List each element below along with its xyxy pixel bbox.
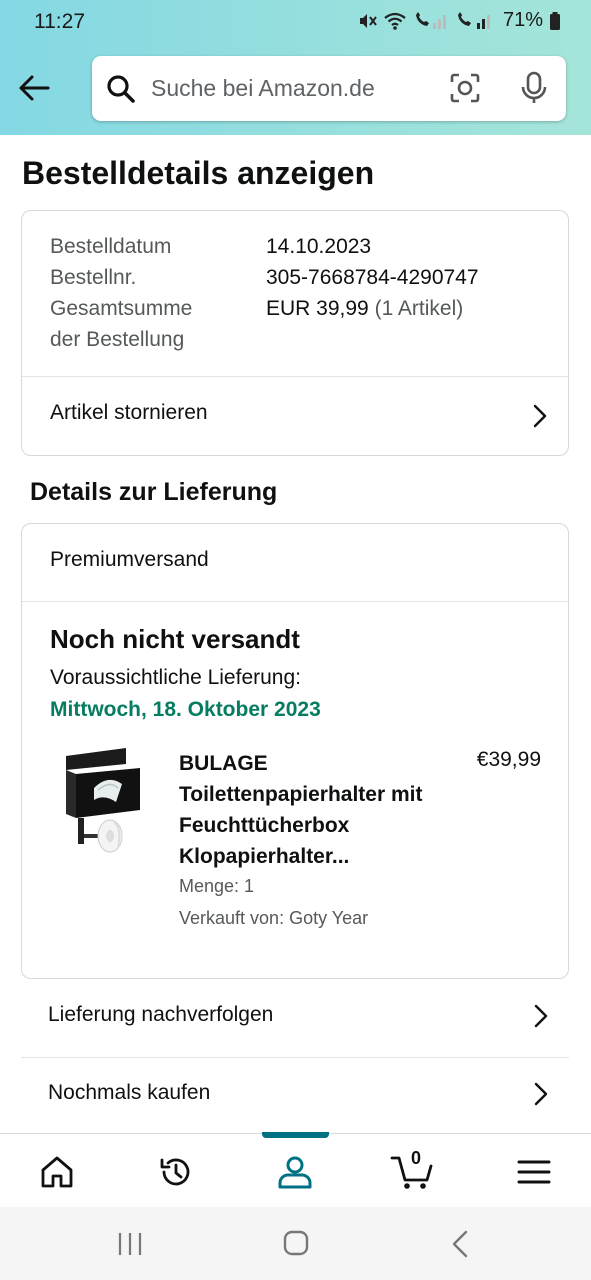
order-number-value: 305-7668784-4290747 [266, 266, 479, 289]
cancel-items-row[interactable]: Artikel stornieren [22, 377, 568, 456]
order-date-label: Bestelldatum [50, 235, 172, 258]
order-total-label: Gesamtsumme [50, 297, 193, 320]
cancel-items-label: Artikel stornieren [50, 401, 208, 424]
product-title-link[interactable]: BULAGE Toilettenpapierhalter mit Feuchtt… [179, 748, 439, 872]
wifi-icon [384, 12, 406, 30]
camera-scan-icon[interactable] [449, 72, 481, 104]
shipment-status: Noch nicht versandt [50, 624, 300, 654]
status-time: 11:27 [34, 10, 85, 33]
buy-again-row[interactable]: Nochmals kaufen [21, 1057, 569, 1134]
battery-icon [550, 11, 560, 30]
track-delivery-row[interactable]: Lieferung nachverfolgen [21, 979, 569, 1056]
microphone-icon[interactable] [520, 71, 548, 105]
track-delivery-label: Lieferung nachverfolgen [48, 1003, 274, 1026]
call-signal-2-icon [457, 11, 490, 29]
order-summary-card: Bestelldatum 14.10.2023 Bestellnr. 305-7… [21, 210, 569, 456]
mute-icon [359, 13, 377, 28]
home-button-icon[interactable] [282, 1229, 310, 1257]
expected-delivery-label: Voraussichtliche Lieferung: [50, 666, 301, 689]
order-date-value: 14.10.2023 [266, 235, 372, 258]
chevron-right-icon [533, 404, 547, 428]
system-navigation-bar [0, 1207, 591, 1280]
order-total-value: EUR 39,99 (1 Artikel) [266, 293, 463, 324]
expected-delivery-date: Mittwoch, 18. Oktober 2023 [50, 698, 321, 721]
delivery-section-title: Details zur Lieferung [30, 478, 278, 506]
back-button-icon[interactable] [450, 1229, 470, 1259]
cart-button[interactable]: 0 [390, 1148, 440, 1192]
status-bar: 11:27 71% [0, 0, 591, 46]
shipping-method: Premiumversand [50, 548, 209, 571]
search-icon [107, 75, 135, 103]
search-bar[interactable]: Suche bei Amazon.de [92, 56, 566, 121]
call-signal-1-icon [415, 11, 446, 29]
order-total-amount: EUR 39,99 [266, 297, 369, 320]
battery-percent: 71% [502, 9, 543, 31]
page-title: Bestelldetails anzeigen [22, 155, 375, 191]
app-header: 11:27 71% Suche bei Amazon.de [0, 0, 591, 135]
order-total-label-line2: der Bestellung [50, 328, 185, 351]
back-arrow-icon[interactable] [16, 70, 52, 106]
product-price: €39,99 [476, 748, 541, 771]
delivery-card: Premiumversand Noch nicht versandt Vorau… [21, 523, 569, 979]
buy-again-label: Nochmals kaufen [48, 1081, 211, 1104]
product-quantity: Menge: 1 [179, 876, 255, 896]
active-tab-indicator [262, 1132, 329, 1138]
history-icon[interactable] [156, 1152, 196, 1192]
cart-count: 0 [411, 1148, 422, 1168]
bottom-navigation: 0 [0, 1132, 591, 1207]
recent-apps-icon[interactable] [116, 1231, 144, 1257]
divider [22, 601, 568, 602]
account-icon[interactable] [275, 1152, 315, 1192]
chevron-right-icon [534, 1004, 548, 1028]
status-icons: 71% [357, 9, 561, 32]
toilet-paper-holder-image[interactable] [48, 744, 148, 856]
search-input[interactable]: Suche bei Amazon.de [151, 75, 375, 102]
menu-icon[interactable] [514, 1152, 554, 1192]
order-number-label: Bestellnr. [50, 266, 137, 289]
product-seller: Verkauft von: Goty Year [179, 908, 369, 928]
order-total-items: (1 Artikel) [374, 297, 464, 320]
home-icon[interactable] [37, 1152, 77, 1192]
chevron-right-icon [534, 1082, 548, 1106]
